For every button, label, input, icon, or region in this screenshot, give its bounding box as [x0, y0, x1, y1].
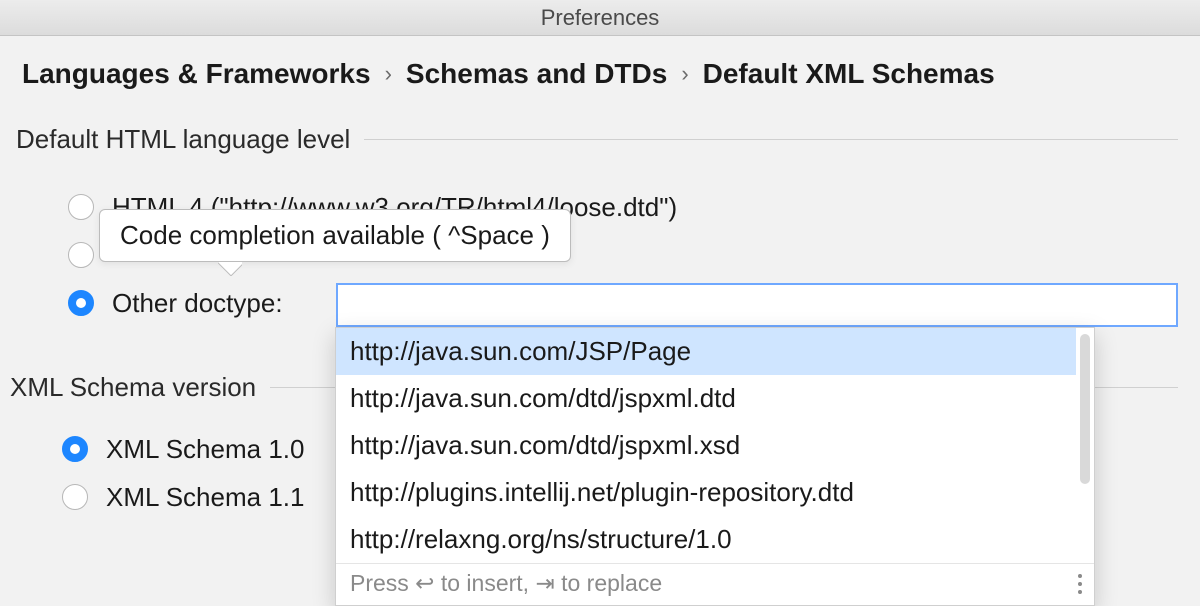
xml-schema-title: XML Schema version [10, 372, 256, 403]
window-title: Preferences [0, 0, 1200, 36]
breadcrumb-item-languages[interactable]: Languages & Frameworks [22, 58, 371, 90]
autocomplete-item[interactable]: http://plugins.intellij.net/plugin-repos… [336, 469, 1076, 516]
divider [364, 139, 1178, 140]
autocomplete-popup: http://java.sun.com/JSP/Page http://java… [335, 327, 1095, 606]
scrollbar[interactable] [1080, 334, 1090, 484]
radio-xml-schema-10-label: XML Schema 1.0 [106, 434, 304, 465]
radio-icon[interactable] [62, 484, 88, 510]
breadcrumb: Languages & Frameworks › Schemas and DTD… [22, 58, 1178, 90]
html-level-title: Default HTML language level [16, 124, 350, 155]
radio-other-label: Other doctype: [112, 288, 283, 319]
tooltip-code-completion: Code completion available ( ^Space ) [99, 209, 571, 262]
other-doctype-input[interactable] [336, 283, 1178, 327]
autocomplete-hint: Press ↩ to insert, ⇥ to replace [350, 570, 662, 597]
autocomplete-item[interactable]: http://java.sun.com/dtd/jspxml.dtd [336, 375, 1076, 422]
tooltip-tail-icon [218, 262, 242, 276]
radio-xml-schema-11-label: XML Schema 1.1 [106, 482, 304, 513]
radio-icon[interactable] [68, 242, 94, 268]
chevron-right-icon: › [681, 61, 688, 87]
tooltip-text: Code completion available ( ^Space ) [120, 220, 550, 250]
radio-icon[interactable] [68, 194, 94, 220]
radio-icon[interactable] [62, 436, 88, 462]
chevron-right-icon: › [385, 61, 392, 87]
autocomplete-list: http://java.sun.com/JSP/Page http://java… [336, 328, 1094, 563]
html-level-section-header: Default HTML language level [16, 124, 1178, 155]
autocomplete-item[interactable]: http://relaxng.org/ns/structure/1.0 [336, 516, 1076, 563]
autocomplete-item[interactable]: http://java.sun.com/dtd/jspxml.xsd [336, 422, 1076, 469]
autocomplete-item[interactable]: http://java.sun.com/JSP/Page [336, 328, 1076, 375]
radio-icon[interactable] [68, 290, 94, 316]
breadcrumb-item-default-xml[interactable]: Default XML Schemas [703, 58, 995, 90]
breadcrumb-item-schemas[interactable]: Schemas and DTDs [406, 58, 667, 90]
more-icon[interactable] [1078, 574, 1082, 594]
